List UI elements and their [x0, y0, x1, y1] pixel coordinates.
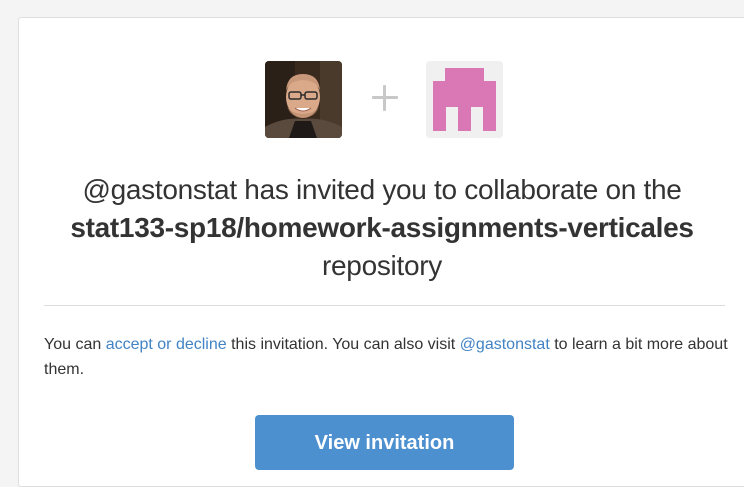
user-photo-icon — [265, 61, 342, 138]
avatar-row — [19, 61, 744, 138]
message-prefix: You can — [44, 336, 106, 353]
invited-text: has invited you to collaborate on the — [236, 174, 682, 205]
repository-name: stat133-sp18/homework-assignments-vertic… — [70, 212, 694, 243]
repository-suffix: repository — [322, 250, 442, 281]
message-middle: this invitation. You can also visit — [226, 336, 460, 353]
divider — [44, 305, 725, 306]
invitation-headline: @gastonstat has invited you to collabora… — [19, 171, 744, 285]
inviter-avatar[interactable] — [265, 61, 342, 138]
plus-icon — [364, 78, 404, 118]
invitation-message: You can accept or decline this invitatio… — [44, 332, 734, 382]
profile-link[interactable]: @gastonstat — [460, 336, 550, 353]
repository-avatar[interactable] — [426, 61, 503, 138]
pixel-identicon-icon — [426, 61, 503, 138]
accept-decline-link[interactable]: accept or decline — [106, 336, 227, 353]
inviter-name: @gastonstat — [82, 174, 237, 205]
invitation-card: @gastonstat has invited you to collabora… — [18, 17, 744, 487]
view-invitation-button[interactable]: View invitation — [255, 415, 514, 470]
